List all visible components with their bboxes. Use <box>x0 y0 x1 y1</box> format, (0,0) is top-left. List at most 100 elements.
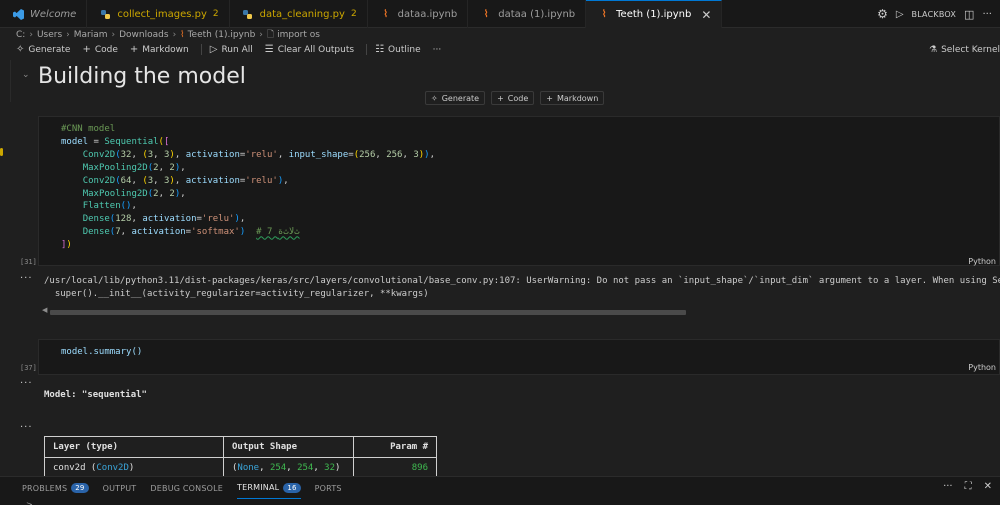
breadcrumb: C: › Users › Mariam › Downloads › ⌇ Teet… <box>16 29 320 41</box>
model-summary-title: Model: "sequential" <box>44 390 147 400</box>
layer-name: conv2d <box>53 463 86 474</box>
markdown-label: Markdown <box>142 44 189 55</box>
panel-tab-label: OUTPUT <box>102 483 137 493</box>
breadcrumb-item[interactable]: C: <box>16 30 25 40</box>
output-line: super().__init__(activity_regularizer=ac… <box>44 289 429 299</box>
breadcrumb-item[interactable]: Teeth (1).ipynb <box>188 30 256 40</box>
code-trailing-comment: # 7 ﺙﻻﺙﺓ <box>256 227 300 238</box>
chevron-down-icon[interactable]: ⌄ <box>22 70 30 80</box>
insert-code-label: Code <box>507 93 529 103</box>
code-comment: #CNN model <box>61 124 116 134</box>
clear-all-outputs-button[interactable]: ☰ Clear All Outputs <box>265 44 354 55</box>
insert-cell-bar: ✧ Generate + Code + Markdown <box>425 91 605 105</box>
more-label: ··· <box>432 44 442 55</box>
breadcrumb-item[interactable]: import os <box>277 30 320 40</box>
python-file-icon <box>99 8 111 20</box>
breadcrumb-item[interactable]: Downloads <box>119 30 168 40</box>
panel-tab-problems[interactable]: PROBLEMS 29 <box>22 477 89 499</box>
chevron-right-icon: › <box>259 30 263 40</box>
code-cell-cnn-model[interactable]: #CNN model model = Sequential([ Conv2D(3… <box>38 116 1000 266</box>
cell-output-warning: /usr/local/lib/python3.11/dist-packages/… <box>44 275 1000 301</box>
code-editor[interactable]: #CNN model model = Sequential([ Conv2D(3… <box>39 117 999 252</box>
generate-button[interactable]: ✧ Generate <box>16 44 70 55</box>
panel-tab-output[interactable]: OUTPUT <box>103 477 137 499</box>
jupyter-file-icon: ⌇ <box>601 9 607 20</box>
scrollbar-thumb[interactable] <box>50 310 686 315</box>
panel-tab-label: PORTS <box>314 483 342 493</box>
tab-data-cleaning[interactable]: data_cleaning.py 2 <box>230 0 368 28</box>
select-kernel-button[interactable]: ⚗ Select Kernel <box>929 41 1000 58</box>
run-icon[interactable]: ▷ <box>896 9 904 20</box>
count-badge: 16 <box>283 482 301 493</box>
plus-icon: + <box>497 93 504 103</box>
changed-cell-gutter-mark <box>0 148 3 156</box>
notebook-toolbar: ✧ Generate + Code + Markdown ▷ Run All ☰… <box>0 41 1000 58</box>
generate-label: Generate <box>28 44 71 55</box>
run-all-label: Run All <box>221 44 253 55</box>
output-horizontal-scrollbar[interactable]: ◀ <box>42 306 1000 315</box>
insert-generate-button[interactable]: ✧ Generate <box>425 91 486 105</box>
code-editor[interactable]: model.summary() <box>39 340 999 359</box>
panel-actions: ··· ⛶ ✕ <box>943 481 992 492</box>
outline-label: Outline <box>388 44 421 55</box>
tab-welcome[interactable]: Welcome <box>0 0 88 28</box>
run-all-button[interactable]: ▷ Run All <box>210 44 253 55</box>
insert-markdown-button[interactable]: + Markdown <box>540 91 605 105</box>
panel-tab-ports[interactable]: PORTS <box>315 477 342 499</box>
editor-actions: ⚙ ▷ BLACKBOX ◫ ··· <box>877 0 1000 28</box>
split-editor-icon[interactable]: ◫ <box>964 8 974 21</box>
maximize-panel-icon[interactable]: ⛶ <box>965 481 972 492</box>
shape-dim: None <box>237 463 260 474</box>
jupyter-file-icon: ⌇ <box>180 30 185 40</box>
run-all-icon: ▷ <box>209 44 218 55</box>
cell-language-label[interactable]: Python <box>968 363 996 372</box>
chevron-right-icon: › <box>111 30 116 40</box>
close-panel-icon[interactable]: ✕ <box>984 481 992 492</box>
execution-count: [31] <box>20 258 37 266</box>
clear-all-icon: ☰ <box>264 44 274 55</box>
breadcrumb-item[interactable]: Mariam <box>74 30 108 40</box>
column-header: Layer (type) <box>44 436 224 458</box>
kernel-icon: ⚗ <box>929 44 938 55</box>
tab-teeth-1[interactable]: ⌇ Teeth (1).ipynb ✕ <box>586 0 723 28</box>
more-actions-icon[interactable]: ··· <box>982 9 992 20</box>
notebook-editor[interactable]: ⌄ Building the model ✧ Generate + Code +… <box>0 60 1000 476</box>
editor-tab-bar: Welcome collect_images.py 2 data_cleanin… <box>0 0 1000 28</box>
vscode-logo-icon <box>12 8 24 20</box>
panel-tab-debug-console[interactable]: DEBUG CONSOLE <box>150 477 223 499</box>
add-markdown-cell-button[interactable]: + Markdown <box>130 44 189 55</box>
outline-button[interactable]: ☷ Outline <box>375 44 421 55</box>
cell-language-label[interactable]: Python <box>968 257 996 266</box>
breadcrumb-item[interactable]: Users <box>37 30 62 40</box>
sparkle-icon: ✧ <box>431 93 438 103</box>
tab-dataa[interactable]: ⌇ dataa.ipynb <box>368 0 469 28</box>
scroll-left-icon[interactable]: ◀ <box>42 306 47 314</box>
markdown-heading: Building the model <box>38 64 246 89</box>
plus-icon: + <box>129 44 139 55</box>
output-actions-icon[interactable]: ··· <box>20 378 33 389</box>
tab-label: dataa (1).ipynb <box>498 8 576 20</box>
tab-dataa-1[interactable]: ⌇ dataa (1).ipynb <box>468 0 587 28</box>
param-cell: 896 <box>353 457 437 476</box>
terminal-prompt-icon: >_ <box>26 500 37 505</box>
toolbar-divider <box>366 44 368 55</box>
table-header-row: Layer (type) Output Shape Param # <box>44 436 437 458</box>
panel-tab-label: PROBLEMS <box>22 483 68 493</box>
kernel-name-label[interactable]: BLACKBOX <box>912 10 957 19</box>
code-cell-model-summary[interactable]: model.summary() <box>38 339 1000 375</box>
add-code-cell-button[interactable]: + Code <box>82 44 117 55</box>
table-row: conv2d (Conv2D) (None, 254, 254, 32) 896 <box>44 457 437 476</box>
panel-tab-terminal[interactable]: TERMINAL 16 <box>237 477 301 499</box>
shape-dim: 254 <box>269 463 287 474</box>
output-actions-icon[interactable]: ··· <box>20 273 33 284</box>
insert-generate-label: Generate <box>441 93 480 103</box>
more-toolbar-button[interactable]: ··· <box>433 45 442 55</box>
close-icon[interactable]: ✕ <box>701 8 711 22</box>
insert-code-button[interactable]: + Code <box>491 91 535 105</box>
tab-collect-images[interactable]: collect_images.py 2 <box>87 0 230 28</box>
panel-more-icon[interactable]: ··· <box>943 481 953 492</box>
chevron-right-icon: › <box>29 30 33 40</box>
tab-label: dataa.ipynb <box>397 8 458 20</box>
output-actions-icon[interactable]: ··· <box>20 422 33 433</box>
gear-icon[interactable]: ⚙ <box>877 7 888 21</box>
